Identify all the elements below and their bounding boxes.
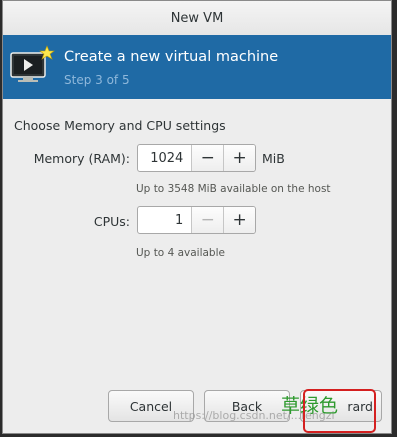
new-vm-dialog: New VM Create a new virtual machine Step… (2, 0, 392, 434)
cpus-increment-button[interactable]: + (223, 207, 255, 233)
memory-label: Memory (RAM): (33, 151, 130, 166)
cpus-label: CPUs: (93, 214, 130, 229)
monitor-with-star-icon (10, 45, 55, 82)
memory-spinbutton[interactable]: 1024 − + (137, 144, 256, 172)
memory-hint: Up to 3548 MiB available on the host (136, 183, 331, 195)
memory-increment-button[interactable]: + (223, 145, 255, 171)
titlebar: New VM (3, 1, 391, 36)
section-heading: Choose Memory and CPU settings (14, 118, 226, 133)
window-title: New VM (170, 10, 224, 26)
cpus-decrement-button[interactable]: − (191, 207, 224, 233)
banner-title: Create a new virtual machine (64, 49, 279, 65)
cpus-value[interactable]: 1 (138, 207, 191, 233)
memory-decrement-button[interactable]: − (191, 145, 224, 171)
cpus-spinbutton[interactable]: 1 − + (137, 206, 256, 234)
memory-value[interactable]: 1024 (138, 145, 191, 171)
cpus-hint: Up to 4 available (136, 247, 225, 259)
annotation-highlight-box (303, 389, 376, 433)
wizard-banner: Create a new virtual machine Step 3 of 5 (3, 35, 391, 99)
memory-unit: MiB (262, 151, 285, 166)
step-indicator: Step 3 of 5 (64, 73, 130, 87)
